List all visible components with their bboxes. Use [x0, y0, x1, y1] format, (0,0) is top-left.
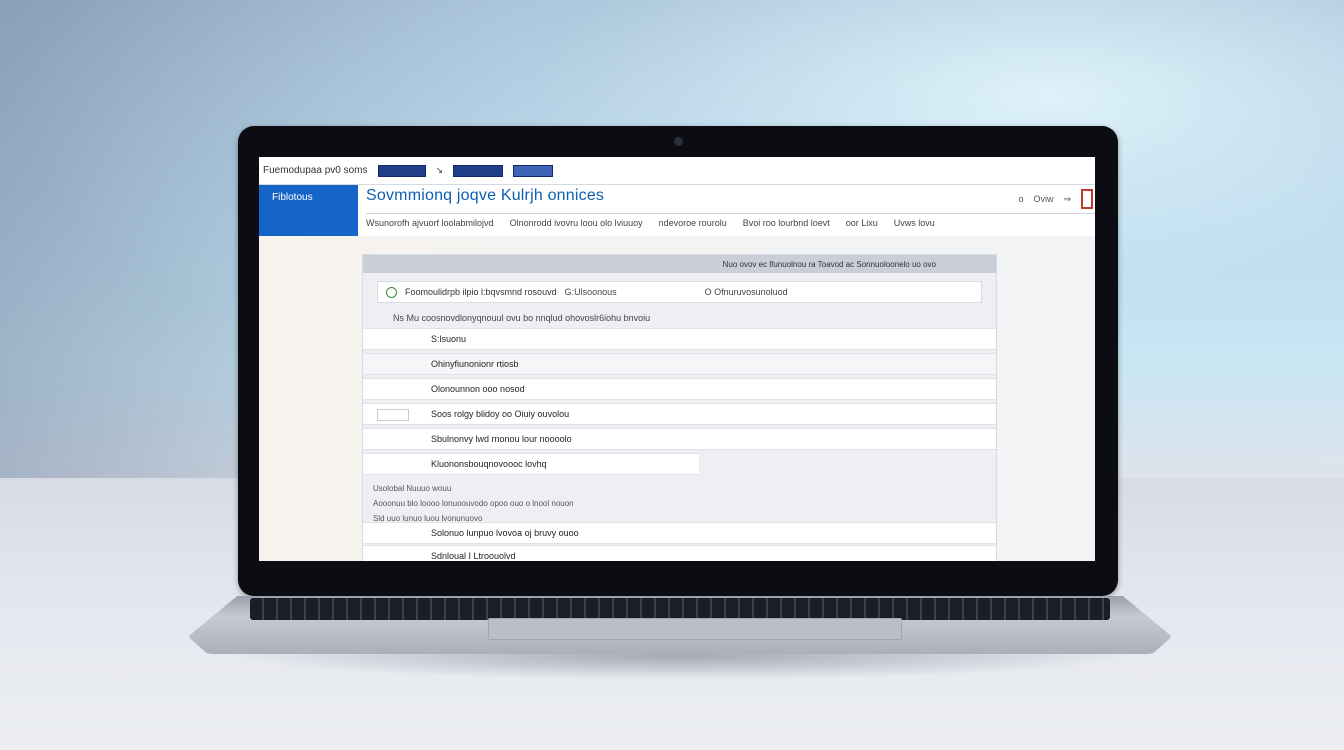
subnav-item-1[interactable]: Wsunorofh ajvuorf loolabmilojvd [366, 218, 494, 228]
list-item[interactable]: Olonounnon ooo nosod [363, 378, 996, 400]
header-controls: o Oviw ⇒ [1018, 189, 1093, 209]
laptop-lid: Fuemodupaa pv0 soms ↘ Fiblotous Sovmmion… [238, 126, 1118, 596]
list-item-label: Sbulnonvy lwd rnonou lour noooolo [431, 434, 572, 444]
list-item[interactable]: Soos rolgy blidoy oo Oiuiy ouvolou [363, 403, 996, 425]
subnav-item-3[interactable]: ndevoroe rourolu [659, 218, 727, 228]
list-item[interactable]: Sbulnonvy lwd rnonou lour noooolo [363, 428, 996, 450]
filter-bar[interactable]: Foomoulidrpb ilpio l:bqvsmnd rosouvd G:U… [377, 281, 982, 303]
sidebar-tab-active[interactable]: Fiblotous [259, 185, 358, 236]
list-item[interactable]: Ohinyfiunonionr rtiosb [363, 353, 996, 375]
list-item[interactable]: Kluononsbouqnovoooc lovhq [363, 453, 699, 475]
sub-navigation: Wsunorofh ajvuorf loolabmilojvd Olnonrod… [366, 213, 1095, 232]
filter-option-3[interactable]: O Ofnuruvosunoluod [705, 287, 788, 297]
toolbar-button-3[interactable] [513, 164, 554, 177]
page-title: Sovmmionq joqve Kulrjh onnices [366, 187, 605, 204]
list-item-label: Soos rolgy blidoy oo Oiuiy ouvolou [431, 409, 570, 419]
brand-label: Fuemodupaa pv0 soms [263, 165, 368, 176]
toolbar-button-2[interactable] [453, 164, 504, 177]
filter-option-2[interactable]: G:Ulsoonous [565, 287, 617, 297]
subnav-item-2[interactable]: Olnonrodd ivovru loou olo lviuuoy [510, 218, 643, 228]
radio-icon[interactable] [386, 286, 397, 298]
keyboard [250, 598, 1110, 620]
subnav-item-4[interactable]: Bvoi roo lourbnd loevt [743, 218, 830, 228]
list-item[interactable]: Solonuo lunpuo lvovoa oj bruvy ouoo [363, 522, 996, 544]
panel-note: Ns Mu coosnovdlonyqnouul ovu bo nnqlud o… [393, 313, 651, 323]
content-area: Nuo ovov ec lfunuolnou ra Toavod ac Sonn… [259, 236, 1095, 561]
settings-panel: Nuo ovov ec lfunuolnou ra Toavod ac Sonn… [362, 254, 997, 561]
arrow-icon: ↘ [435, 165, 444, 175]
group-line: Aooonuu blo loooo lonuoouvodo opoo ouo o… [373, 499, 574, 508]
panel-header: Nuo ovov ec lfunuolnou ra Toavod ac Sonn… [363, 255, 996, 273]
group-line: Usolobal Nuuuo wouu [373, 484, 452, 493]
header-control-2[interactable]: Oviw [1033, 194, 1053, 204]
subnav-item-5[interactable]: oor Lixu [846, 218, 878, 228]
page-header: Fiblotous Sovmmionq joqve Kulrjh onnices… [259, 185, 1095, 236]
header-main: Sovmmionq joqve Kulrjh onnices o Oviw ⇒ … [358, 185, 1095, 236]
header-control-3[interactable]: ⇒ [1063, 194, 1071, 205]
group-details: Usolobal Nuuuo wouu Aooonuu blo loooo lo… [363, 478, 996, 523]
list-item-label: Sdnloual I Ltroouolvd [431, 551, 516, 561]
settings-list-2: Solonuo lunpuo lvovoa oj bruvy ouoo Sdnl… [363, 522, 996, 561]
list-item-label: Olonounnon ooo nosod [431, 384, 525, 394]
subnav-item-6[interactable]: Uvws lovu [894, 218, 935, 228]
laptop-screen: Fuemodupaa pv0 soms ↘ Fiblotous Sovmmion… [259, 157, 1095, 561]
toggle-box[interactable] [377, 409, 409, 421]
list-item-label: Ohinyfiunonionr rtiosb [431, 359, 519, 369]
list-item-label: S:lsuonu [431, 334, 467, 344]
browser-topbar: Fuemodupaa pv0 soms ↘ [259, 157, 1095, 185]
toolbar-button-1[interactable] [377, 164, 426, 177]
list-item[interactable]: S:lsuonu [363, 328, 996, 350]
sidebar-tab-label: Fiblotous [272, 192, 313, 203]
list-item-label: Solonuo lunpuo lvovoa oj bruvy ouoo [431, 528, 579, 538]
trackpad [488, 618, 902, 640]
bookmark-icon[interactable] [1081, 189, 1093, 209]
list-item[interactable]: Sdnloual I Ltroouolvd [363, 545, 996, 561]
header-control-1[interactable]: o [1018, 194, 1023, 204]
webcam [674, 137, 683, 146]
list-item-label: Kluononsbouqnovoooc lovhq [431, 459, 547, 469]
settings-list: S:lsuonu Ohinyfiunonionr rtiosb Olonounn… [363, 328, 996, 529]
filter-option-1[interactable]: Foomoulidrpb ilpio l:bqvsmnd rosouvd [405, 287, 557, 297]
